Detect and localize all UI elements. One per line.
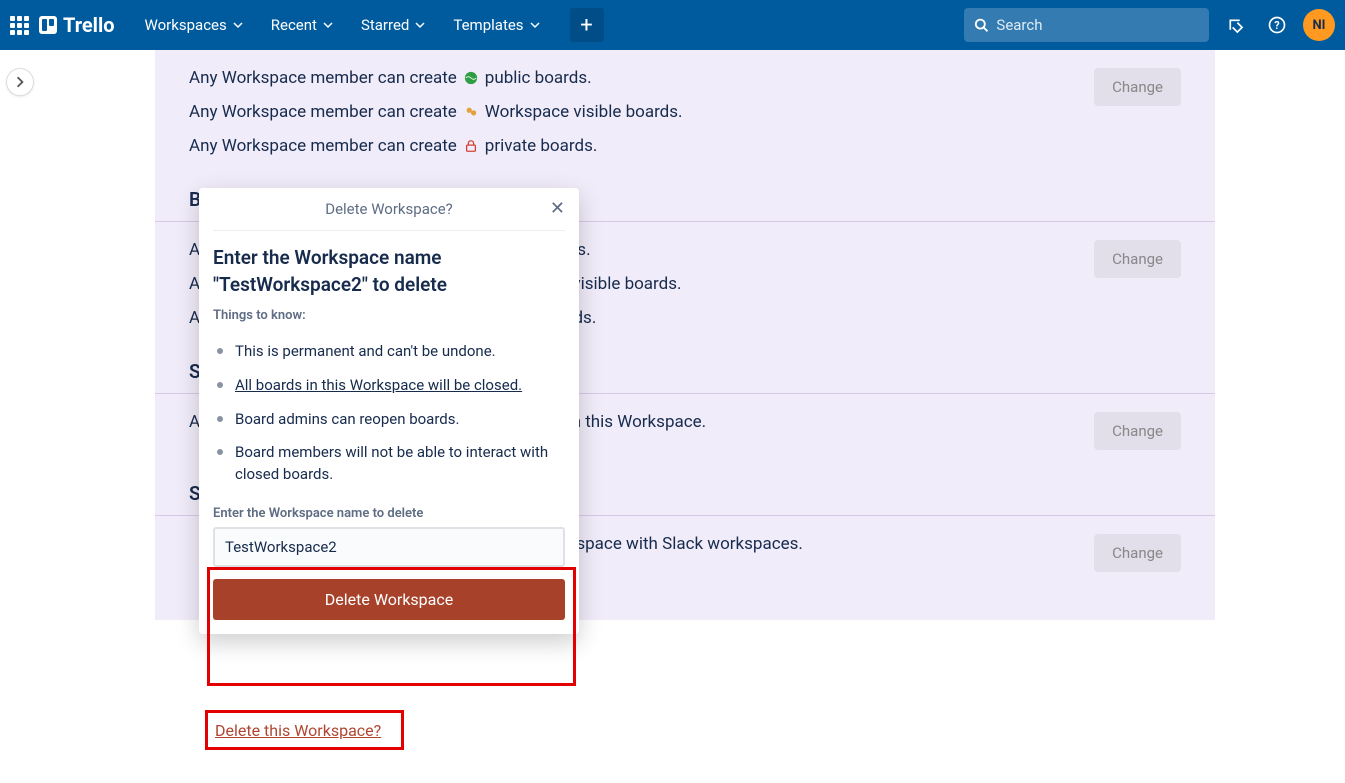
chevron-down-icon [323,20,333,30]
popover-list-item: All boards in this Workspace will be clo… [213,369,565,403]
popover-subtitle: Things to know: [213,308,565,323]
nav-workspaces[interactable]: Workspaces [133,8,255,42]
change-button[interactable]: Change [1094,412,1181,450]
chevron-down-icon [233,20,243,30]
popover-list-item: This is permanent and can't be undone. [213,335,565,369]
popover-list-item: Board members will not be able to intera… [213,436,565,492]
search-input[interactable] [996,16,1199,34]
chevron-down-icon [415,20,425,30]
nav-recent[interactable]: Recent [259,8,345,42]
svg-text:?: ? [1274,19,1279,32]
search-box[interactable] [964,8,1209,42]
popover-title: Delete Workspace? [325,200,453,218]
change-button[interactable]: Change [1094,240,1181,278]
chevron-down-icon [530,20,540,30]
nav-templates[interactable]: Templates [441,8,551,42]
trello-logo-text: Trello [63,13,115,37]
trello-logo-icon [39,16,57,34]
chevron-right-icon [14,76,26,88]
setting-line: Any Workspace member can create private … [189,136,683,156]
create-button[interactable]: + [570,8,604,42]
expand-sidebar-button[interactable] [6,68,34,96]
delete-workspace-link[interactable]: Delete this Workspace? [215,721,381,740]
search-icon [974,17,988,33]
apps-switcher-icon[interactable] [10,16,29,35]
nav-starred[interactable]: Starred [349,8,437,42]
notifications-icon[interactable] [1219,9,1251,41]
change-button[interactable]: Change [1094,534,1181,572]
workspace-name-input[interactable] [213,527,565,567]
change-button[interactable]: Change [1094,68,1181,106]
trello-logo[interactable]: Trello [39,13,115,37]
popover-instruction: Enter the Workspace name "TestWorkspace2… [213,245,565,298]
top-navbar: Trello Workspaces Recent Starred Templat… [0,0,1345,50]
delete-workspace-button[interactable]: Delete Workspace [213,579,565,620]
setting-line: Any Workspace member can create Workspac… [189,102,683,122]
private-icon [463,138,479,154]
close-icon[interactable]: ✕ [550,198,565,219]
popover-list-item: Board admins can reopen boards. [213,403,565,437]
user-avatar[interactable]: NI [1303,9,1335,41]
workspace-icon [463,104,479,120]
setting-line: Any Workspace member can create public b… [189,68,683,88]
public-icon [463,70,479,86]
popover-input-label: Enter the Workspace name to delete [213,506,565,521]
help-icon[interactable]: ? [1261,9,1293,41]
delete-workspace-popover: Delete Workspace? ✕ Enter the Workspace … [199,188,579,634]
